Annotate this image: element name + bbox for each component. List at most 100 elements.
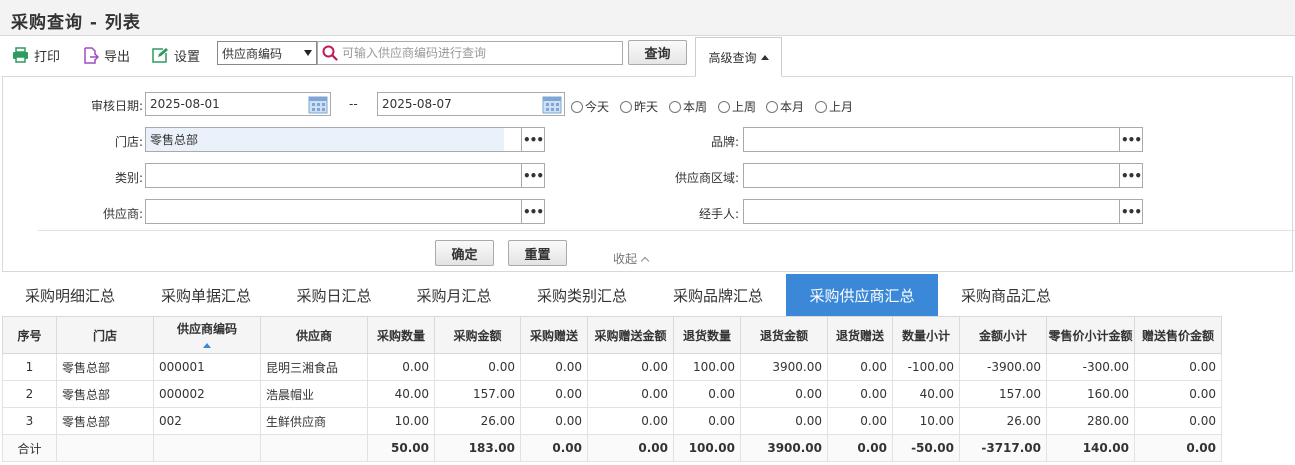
supplier-picker[interactable]: •••	[145, 199, 545, 224]
chevron-down-icon	[304, 50, 312, 56]
tab-purchase-supplier-summary[interactable]: 采购供应商汇总	[786, 274, 938, 316]
table-cell: 0.00	[827, 380, 893, 408]
radio-label: 本周	[683, 100, 708, 114]
table-cell: 002	[153, 407, 261, 435]
tab-purchase-brand-summary[interactable]: 采购品牌汇总	[658, 274, 778, 316]
column-header[interactable]: 采购赠送	[520, 316, 588, 354]
search-box	[317, 41, 623, 65]
table-cell: 0.00	[740, 407, 828, 435]
category-picker[interactable]: •••	[145, 163, 545, 188]
supplier-value	[146, 200, 521, 223]
column-header[interactable]: 退货金额	[740, 316, 828, 354]
query-button[interactable]: 查询	[628, 40, 687, 65]
reset-button[interactable]: 重置	[508, 240, 567, 266]
supplier-region-picker[interactable]: •••	[743, 163, 1143, 188]
table-cell: 3900.00	[740, 353, 828, 381]
table-cell: 0.00	[673, 407, 741, 435]
column-header[interactable]: 供应商	[260, 316, 368, 354]
tab-purchase-product-summary[interactable]: 采购商品汇总	[946, 274, 1066, 316]
store-picker[interactable]: 零售总部 •••	[145, 127, 545, 152]
table-cell: 零售总部	[56, 380, 154, 408]
column-header[interactable]: 数量小计	[892, 316, 960, 354]
export-button[interactable]: 导出	[82, 45, 130, 65]
advanced-filter-panel: 审核日期: 2025-08-01 -- 2025-08-07 今天 昨天 本周 …	[2, 76, 1295, 272]
total-label: 合计	[2, 434, 57, 462]
column-header[interactable]: 退货赠送	[827, 316, 893, 354]
date-to-input[interactable]: 2025-08-07	[377, 92, 565, 116]
column-header[interactable]: 退货数量	[673, 316, 741, 354]
advanced-query-toggle[interactable]: 高级查询	[695, 37, 782, 77]
radio-yesterday[interactable]: 昨天	[620, 98, 658, 115]
table-cell: 0.00	[434, 353, 521, 381]
table-row[interactable]: 1 零售总部 000001 昆明三湘食品 0.00 0.00 0.00 0.00…	[2, 353, 1222, 381]
table-row[interactable]: 2 零售总部 000002 浩晨帽业 40.00 157.00 0.00 0.0…	[2, 380, 1222, 408]
calendar-icon[interactable]	[542, 95, 562, 114]
tab-purchase-detail-summary[interactable]: 采购明细汇总	[10, 274, 130, 316]
edit-settings-icon	[152, 47, 168, 63]
column-header[interactable]: 门店	[56, 316, 154, 354]
table-cell: 100.00	[673, 353, 741, 381]
table-cell	[153, 434, 261, 462]
calendar-icon[interactable]	[308, 95, 328, 114]
store-value: 零售总部	[146, 128, 504, 151]
table-cell: 0.00	[587, 407, 674, 435]
confirm-button[interactable]: 确定	[435, 240, 494, 266]
table-cell	[260, 434, 368, 462]
table-cell: 160.00	[1046, 380, 1135, 408]
more-icon[interactable]: •••	[521, 200, 544, 223]
settings-button[interactable]: 设置	[151, 45, 200, 65]
toolbar: 打印 导出 设置 供应商编码 查询 高级查询	[0, 36, 1295, 77]
date-from-input[interactable]: 2025-08-01	[145, 92, 331, 116]
table-cell: 0.00	[587, 353, 674, 381]
tab-purchase-category-summary[interactable]: 采购类别汇总	[522, 274, 642, 316]
search-field-value: 供应商编码	[222, 46, 283, 61]
radio-label: 今天	[585, 100, 610, 114]
table-total-row: 合计 50.00 183.00 0.00 0.00 100.00 3900.00…	[2, 434, 1222, 462]
print-button[interactable]: 打印	[12, 45, 60, 65]
radio-circle	[766, 100, 778, 113]
more-icon[interactable]: •••	[521, 128, 544, 151]
column-header[interactable]: 金额小计	[959, 316, 1047, 354]
more-icon[interactable]: •••	[1119, 200, 1142, 223]
more-icon[interactable]: •••	[521, 164, 544, 187]
table-cell: 000002	[153, 380, 261, 408]
radio-circle	[620, 100, 632, 113]
column-header-sorted[interactable]: 供应商编码	[153, 316, 261, 354]
radio-last-week[interactable]: 上周	[718, 98, 756, 115]
table-cell: 0.00	[740, 380, 828, 408]
radio-this-week[interactable]: 本周	[669, 98, 707, 115]
radio-last-month[interactable]: 上月	[815, 98, 853, 115]
table-cell: 0.00	[587, 380, 674, 408]
column-header[interactable]: 赠送售价金额	[1134, 316, 1222, 354]
table-cell: 0.00	[520, 434, 588, 462]
export-icon	[84, 46, 99, 64]
search-field-select[interactable]: 供应商编码	[217, 41, 317, 65]
divider	[38, 230, 1295, 231]
handler-value	[744, 200, 1119, 223]
column-header[interactable]: 采购数量	[367, 316, 435, 354]
brand-picker[interactable]: •••	[743, 127, 1143, 152]
tab-purchase-document-summary[interactable]: 采购单据汇总	[146, 274, 266, 316]
column-header[interactable]: 采购金额	[434, 316, 521, 354]
table-cell: 157.00	[434, 380, 521, 408]
handler-picker[interactable]: •••	[743, 199, 1143, 224]
radio-this-month[interactable]: 本月	[766, 98, 804, 115]
column-header[interactable]: 序号	[2, 316, 57, 354]
table-row[interactable]: 3 零售总部 002 生鲜供应商 10.00 26.00 0.00 0.00 0…	[2, 407, 1222, 435]
column-header[interactable]: 采购赠送金额	[587, 316, 674, 354]
table-cell: 183.00	[434, 434, 521, 462]
table-cell: 零售总部	[56, 353, 154, 381]
search-input[interactable]	[342, 46, 612, 60]
radio-circle	[815, 100, 827, 113]
export-label: 导出	[104, 49, 131, 65]
more-icon[interactable]: •••	[1119, 128, 1142, 151]
more-icon[interactable]: •••	[1119, 164, 1142, 187]
table-cell: -3717.00	[959, 434, 1047, 462]
tab-purchase-monthly-summary[interactable]: 采购月汇总	[402, 274, 506, 316]
collapse-toggle[interactable]: 收起	[613, 250, 650, 267]
radio-today[interactable]: 今天	[571, 98, 609, 115]
table-cell: 浩晨帽业	[260, 380, 368, 408]
table-cell: 0.00	[520, 380, 588, 408]
tab-purchase-daily-summary[interactable]: 采购日汇总	[282, 274, 386, 316]
column-header[interactable]: 零售价小计金额	[1046, 316, 1135, 354]
